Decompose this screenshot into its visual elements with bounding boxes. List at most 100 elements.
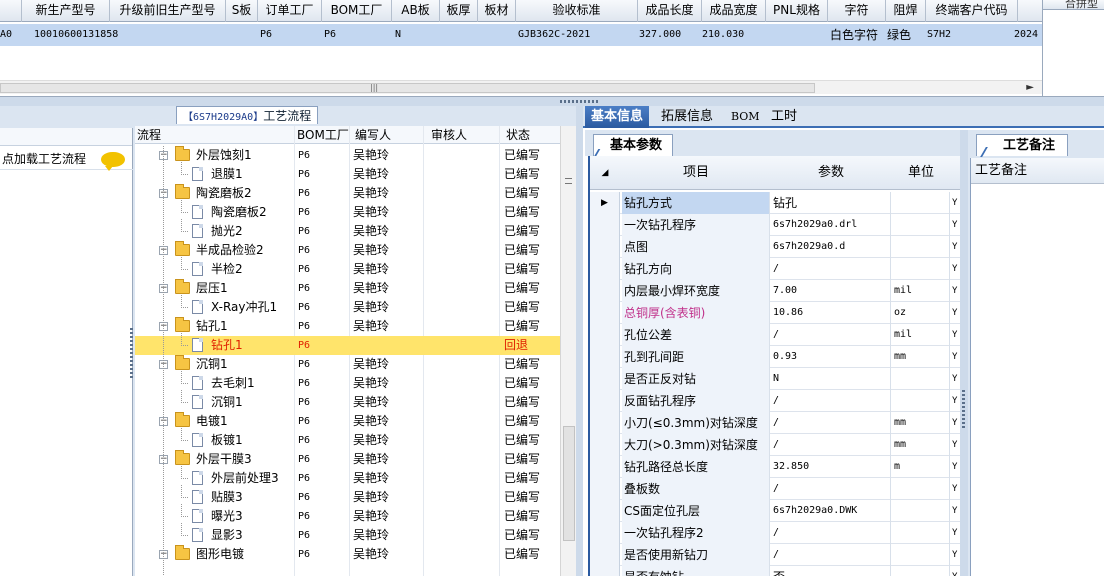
col-length[interactable]: 成品长度 <box>638 0 702 22</box>
param-unit[interactable] <box>892 236 950 258</box>
col-bom-factory[interactable]: BOM工厂 <box>322 0 392 22</box>
param-value[interactable]: / <box>771 434 891 456</box>
col-old-model[interactable]: 升级前旧生产型号 <box>110 0 226 22</box>
col-extra[interactable] <box>1018 0 1042 22</box>
tree-row[interactable]: −陶瓷磨板2P6吴艳玲已编写 <box>135 184 560 203</box>
col-process[interactable]: 流程 <box>137 126 161 144</box>
param-row[interactable]: 钻孔方向 / Y <box>590 258 960 280</box>
scrollbar-thumb[interactable] <box>563 426 575 541</box>
tree-row[interactable]: −电镀1P6吴艳玲已编写 <box>135 412 560 431</box>
param-row[interactable]: 是否使用新钻刀 / Y <box>590 544 960 566</box>
param-unit[interactable]: mm <box>892 412 950 434</box>
param-unit[interactable]: m <box>892 456 950 478</box>
param-row[interactable]: 总铜厚(含表铜) 10.86 oz Y <box>590 302 960 324</box>
col-ab-board[interactable]: AB板 <box>392 0 440 22</box>
param-value[interactable]: / <box>771 390 891 412</box>
param-value[interactable]: / <box>771 544 891 566</box>
vertical-splitter[interactable] <box>576 106 583 576</box>
col-writer[interactable]: 编写人 <box>355 126 391 144</box>
tree-row[interactable]: −半成品检验2P6吴艳玲已编写 <box>135 241 560 260</box>
tree-row[interactable]: 板镀1 P6 吴艳玲 已编写 <box>135 428 560 450</box>
param-unit[interactable] <box>892 192 950 214</box>
tree-row[interactable]: −钻孔1P6吴艳玲已编写 <box>135 317 560 336</box>
col-new-model[interactable]: 新生产型号 <box>22 0 110 22</box>
param-unit[interactable]: mil <box>892 280 950 302</box>
col-width[interactable]: 成品宽度 <box>702 0 766 22</box>
param-value[interactable]: 6s7h2029a0.DWK <box>771 500 891 522</box>
param-value[interactable]: / <box>771 522 891 544</box>
col-param[interactable]: 参数 <box>771 156 891 190</box>
param-value[interactable]: 6s7h2029a0.d <box>771 236 891 258</box>
col-mask[interactable]: 阻焊 <box>886 0 926 22</box>
param-unit[interactable] <box>892 390 950 412</box>
tab-extended-info[interactable]: 拓展信息 <box>655 106 719 128</box>
param-value[interactable]: 6s7h2029a0.drl <box>771 214 891 236</box>
param-row[interactable]: 一次钻孔程序 6s7h2029a0.drl Y <box>590 214 960 236</box>
tab-bom[interactable]: BOM <box>725 106 766 128</box>
tab-basic-info[interactable]: 基本信息 <box>585 106 650 128</box>
param-row[interactable]: 一次钻孔程序2/ Y <box>590 522 960 544</box>
tree-row[interactable]: 退膜1 P6 吴艳玲 已编写 <box>135 162 560 184</box>
param-unit[interactable]: oz <box>892 302 950 324</box>
tree-row[interactable]: −外层干膜3P6吴艳玲已编写 <box>135 450 560 469</box>
col-order-factory[interactable]: 订单工厂 <box>258 0 322 22</box>
process-flow-tab[interactable]: 【6S7H2029A0】工艺流程 <box>176 106 319 124</box>
col-material[interactable]: 板材 <box>478 0 516 22</box>
tree-row[interactable]: 外层前处理3 P6 吴艳玲 已编写 <box>135 466 560 488</box>
tree-row[interactable]: 去毛刺1 P6 吴艳玲 已编写 <box>135 371 560 393</box>
tree-row[interactable]: 贴膜3 P6 吴艳玲 已编写 <box>135 485 560 507</box>
col-status[interactable]: 状态 <box>506 126 530 144</box>
col-pnl[interactable]: PNL规格 <box>766 0 828 22</box>
col-standard[interactable]: 验收标准 <box>516 0 638 22</box>
col-char[interactable]: 字符 <box>828 0 886 22</box>
tab-basic-params[interactable]: 基本参数 <box>593 134 674 156</box>
param-unit[interactable] <box>892 214 950 236</box>
notes-splitter[interactable] <box>960 130 968 576</box>
param-row[interactable]: 小刀(≤0.3mm)对钻深度 / mm Y <box>590 412 960 434</box>
param-row[interactable]: CS面定位孔层 6s7h2029a0.DWK Y <box>590 500 960 522</box>
param-unit[interactable] <box>892 258 950 280</box>
param-row[interactable]: 孔到孔间距 0.93 mm Y <box>590 346 960 368</box>
param-value[interactable]: 钻孔 <box>771 192 891 214</box>
tree-row[interactable]: −沉铜1P6吴艳玲已编写 <box>135 355 560 374</box>
param-value[interactable]: 7.00 <box>771 280 891 302</box>
param-value[interactable]: 0.93 <box>771 346 891 368</box>
param-value[interactable]: N <box>771 368 891 390</box>
col-unit[interactable]: 单位 <box>892 156 950 190</box>
param-value[interactable]: 否 <box>771 566 891 576</box>
tree-row[interactable]: 显影3 P6 吴艳玲 已编写 <box>135 523 560 545</box>
horizontal-splitter[interactable] <box>0 96 1104 106</box>
param-value[interactable]: / <box>771 412 891 434</box>
col-s-board[interactable]: S板 <box>226 0 258 22</box>
param-unit[interactable] <box>892 566 950 576</box>
param-unit[interactable] <box>892 544 950 566</box>
tree-row[interactable]: 沉铜1 P6 吴艳玲 已编写 <box>135 390 560 412</box>
tab-process-notes[interactable]: 工艺备注 <box>976 134 1069 156</box>
process-notes-body[interactable]: 工艺备注 <box>970 158 1104 576</box>
col-item[interactable]: 项目 <box>622 156 770 190</box>
scroll-right-arrow-icon[interactable]: ► <box>1026 82 1034 93</box>
tree-row[interactable]: 曝光3 P6 吴艳玲 已编写 <box>135 504 560 526</box>
tree-row[interactable]: −层压1P6吴艳玲已编写 <box>135 279 560 298</box>
tree-row[interactable]: 钻孔1 P6 回退 <box>135 333 560 355</box>
param-row[interactable]: 点图 6s7h2029a0.d Y <box>590 236 960 258</box>
param-row[interactable]: 是否有蚀钻否 Y <box>590 566 960 576</box>
param-row[interactable]: 钻孔路径总长度 32.850 m Y <box>590 456 960 478</box>
param-value[interactable]: 32.850 <box>771 456 891 478</box>
order-grid-row[interactable]: A0 10010600131858 P6 P6 N GJB362C-2021 3… <box>0 24 1042 46</box>
param-unit[interactable] <box>892 368 950 390</box>
tree-row[interactable]: 半检2 P6 吴艳玲 已编写 <box>135 257 560 279</box>
param-unit[interactable]: mm <box>892 346 950 368</box>
col-thickness[interactable]: 板厚 <box>440 0 478 22</box>
param-row[interactable]: ▶ 钻孔方式 钻孔 Y <box>590 192 960 214</box>
param-row[interactable]: 是否正反对钻 N Y <box>590 368 960 390</box>
param-unit[interactable] <box>892 478 950 500</box>
tree-row[interactable]: 陶瓷磨板2 P6 吴艳玲 已编写 <box>135 200 560 222</box>
col-bom[interactable]: BOM工厂 <box>297 126 349 144</box>
param-value[interactable]: / <box>771 478 891 500</box>
tab-work-hours[interactable]: 工时 <box>765 106 803 128</box>
param-unit[interactable]: mm <box>892 434 950 456</box>
param-unit[interactable] <box>892 500 950 522</box>
param-row[interactable]: 大刀(>0.3mm)对钻深度 / mm Y <box>590 434 960 456</box>
col-reviewer[interactable]: 审核人 <box>431 126 467 144</box>
